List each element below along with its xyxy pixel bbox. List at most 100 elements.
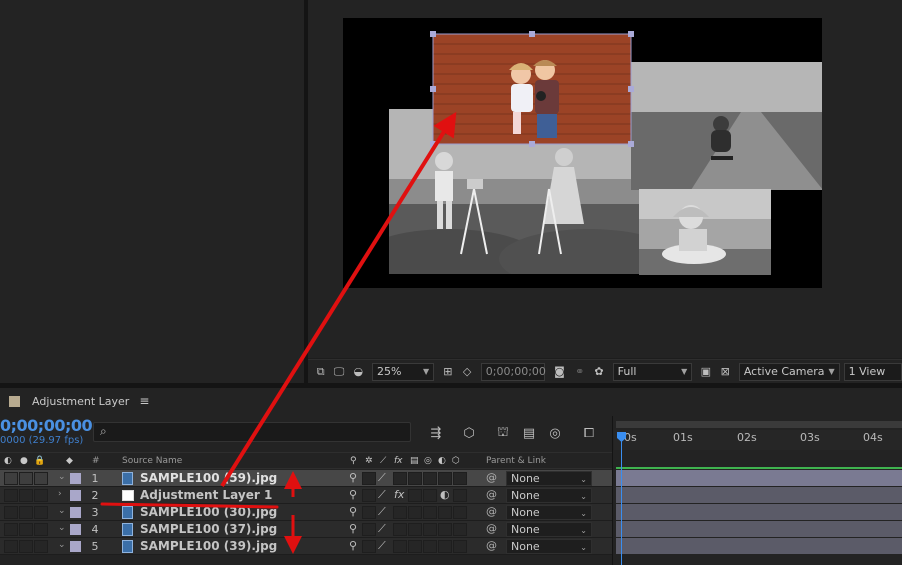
parent-dropdown[interactable]: None ⌄ — [506, 522, 592, 537]
quality-switch-icon[interactable]: ⟋ — [378, 488, 386, 502]
chevron-down-icon[interactable]: ⌄ — [58, 540, 66, 550]
3d-switch[interactable] — [453, 506, 467, 519]
3d-switch[interactable] — [453, 489, 467, 502]
collapse-switch[interactable] — [362, 489, 376, 502]
solo-toggle[interactable] — [19, 506, 33, 519]
quality-switch-icon[interactable]: ⟋ — [378, 505, 386, 519]
pick-whip-icon[interactable]: @ — [486, 488, 497, 501]
layer-duration-bar-2[interactable] — [616, 487, 902, 503]
layer-search-input[interactable] — [93, 422, 411, 442]
chevron-down-icon[interactable]: ⌄ — [58, 523, 66, 533]
video-toggle[interactable] — [4, 472, 18, 485]
layer-duration-bar-1[interactable] — [616, 470, 902, 486]
motion-blur-switch[interactable] — [423, 540, 437, 553]
zoom-dropdown[interactable]: 25% ▼ — [372, 362, 435, 381]
layer-name[interactable]: SAMPLE100 (39).jpg — [140, 539, 277, 553]
frame-blend-switch[interactable] — [408, 523, 422, 536]
viewer-timecode-field[interactable]: 0;00;00;00 — [480, 362, 546, 381]
collapse-switch[interactable] — [362, 540, 376, 553]
layer-duration-bar-4[interactable] — [616, 521, 902, 537]
collapse-switch[interactable] — [362, 506, 376, 519]
photo-brick-wall-kids[interactable] — [433, 34, 631, 144]
pick-whip-icon[interactable]: @ — [486, 471, 497, 484]
lock-toggle[interactable] — [34, 472, 48, 485]
show-snapshot-icon[interactable]: ⚭ — [570, 363, 589, 381]
solo-toggle[interactable] — [19, 540, 33, 553]
composition-flowchart-icon[interactable]: ⇶ — [425, 424, 447, 442]
motion-blur-switch[interactable] — [423, 472, 437, 485]
snapshot-icon[interactable]: ◙ — [549, 363, 570, 381]
timeline-tab[interactable]: Adjustment Layer ≡ — [0, 390, 149, 412]
pick-whip-icon[interactable]: @ — [486, 505, 497, 518]
mask-visibility-icon[interactable]: ◒ — [349, 363, 368, 381]
effects-switch-icon[interactable]: fx — [394, 488, 404, 501]
solo-header-icon[interactable]: ● — [20, 456, 28, 466]
layer-name[interactable]: SAMPLE100 (30).jpg — [140, 505, 277, 519]
fit-icon[interactable]: ⊞ — [438, 363, 457, 381]
shy-switch-icon[interactable]: ⚲ — [349, 522, 357, 535]
lock-toggle[interactable] — [34, 523, 48, 536]
video-toggle[interactable] — [4, 540, 18, 553]
solo-toggle[interactable] — [19, 489, 33, 502]
layer-row-4[interactable]: ⌄ 4 SAMPLE100 (37).jpg ⚲ ⟋ @ None ⌄ — [0, 521, 612, 538]
shy-switch-icon[interactable]: ⚲ — [349, 488, 357, 501]
photo-road[interactable] — [631, 62, 822, 190]
video-toggle[interactable] — [4, 489, 18, 502]
composition-canvas[interactable] — [343, 18, 822, 288]
lock-toggle[interactable] — [34, 489, 48, 502]
layer-name[interactable]: SAMPLE100 (37).jpg — [140, 522, 277, 536]
color-channels-icon[interactable]: ✿ — [589, 363, 608, 381]
photo-baby-tub[interactable] — [639, 189, 771, 275]
3d-switch[interactable] — [453, 472, 467, 485]
label-color-swatch[interactable] — [70, 541, 81, 552]
graph-editor-icon[interactable]: ⧠ — [578, 424, 600, 442]
layer-row-2[interactable]: › 2 Adjustment Layer 1 ⚲ ⟋ fx ◐ @ None ⌄ — [0, 487, 612, 504]
resolution-dropdown[interactable]: Full ▼ — [612, 362, 693, 381]
frame-blend-switch[interactable] — [408, 472, 422, 485]
layer-name[interactable]: SAMPLE100 (59).jpg — [140, 471, 277, 485]
layer-name[interactable]: Adjustment Layer 1 — [140, 488, 272, 502]
chevron-down-icon[interactable]: ⌄ — [58, 472, 66, 482]
source-name-header[interactable]: Source Name — [122, 456, 182, 466]
quality-switch-icon[interactable]: ⟋ — [378, 471, 386, 485]
layer-row-1[interactable]: ⌄ 1 SAMPLE100 (59).jpg ⚲ ⟋ @ None ⌄ — [0, 470, 612, 487]
parent-dropdown[interactable]: None ⌄ — [506, 488, 592, 503]
motion-blur-icon[interactable]: ◎ — [544, 424, 566, 442]
label-header-icon[interactable]: ◆ — [66, 456, 73, 466]
motion-blur-switch[interactable] — [423, 506, 437, 519]
quality-switch-icon[interactable]: ⟋ — [378, 522, 386, 536]
effects-switch[interactable] — [393, 506, 407, 519]
lock-toggle[interactable] — [34, 540, 48, 553]
layer-row-3[interactable]: ⌄ 3 SAMPLE100 (30).jpg ⚲ ⟋ @ None ⌄ — [0, 504, 612, 521]
parent-dropdown[interactable]: None ⌄ — [506, 539, 592, 554]
monitor-icon[interactable]: 🖵 — [329, 363, 348, 381]
adjustment-switch-icon[interactable]: ◐ — [440, 488, 450, 501]
adjustment-switch[interactable] — [438, 472, 452, 485]
motion-blur-switch[interactable] — [423, 489, 437, 502]
shy-layers-icon[interactable]: ⛫ — [492, 424, 514, 442]
camera-dropdown[interactable]: Active Camera ▼ — [738, 362, 840, 381]
draft-3d-icon[interactable]: ⬡ — [458, 424, 480, 442]
quality-switch-icon[interactable]: ⟋ — [378, 539, 386, 553]
lock-toggle[interactable] — [34, 506, 48, 519]
layer-row-5[interactable]: ⌄ 5 SAMPLE100 (39).jpg ⚲ ⟋ @ None ⌄ — [0, 538, 612, 555]
video-toggle[interactable] — [4, 506, 18, 519]
adjustment-switch[interactable] — [438, 506, 452, 519]
3d-switch[interactable] — [453, 523, 467, 536]
current-time-display[interactable]: 0;00;00;00 — [0, 416, 93, 435]
view-layout-dropdown[interactable]: 1 View — [843, 362, 902, 381]
layer-duration-bar-5[interactable] — [616, 538, 902, 554]
shy-switch-icon[interactable]: ⚲ — [349, 539, 357, 552]
time-ruler[interactable] — [614, 430, 902, 450]
effects-switch[interactable] — [393, 523, 407, 536]
chevron-right-icon[interactable]: › — [58, 489, 62, 499]
parent-dropdown[interactable]: None ⌄ — [506, 505, 592, 520]
shy-switch-icon[interactable]: ⚲ — [349, 471, 357, 484]
frame-blend-switch[interactable] — [408, 489, 422, 502]
video-toggle[interactable] — [4, 523, 18, 536]
motion-blur-switch[interactable] — [423, 523, 437, 536]
frame-blend-switch[interactable] — [408, 506, 422, 519]
av-features-header-icon[interactable]: ◐ — [4, 456, 12, 466]
label-color-swatch[interactable] — [70, 490, 81, 501]
playhead-line[interactable] — [621, 438, 622, 565]
